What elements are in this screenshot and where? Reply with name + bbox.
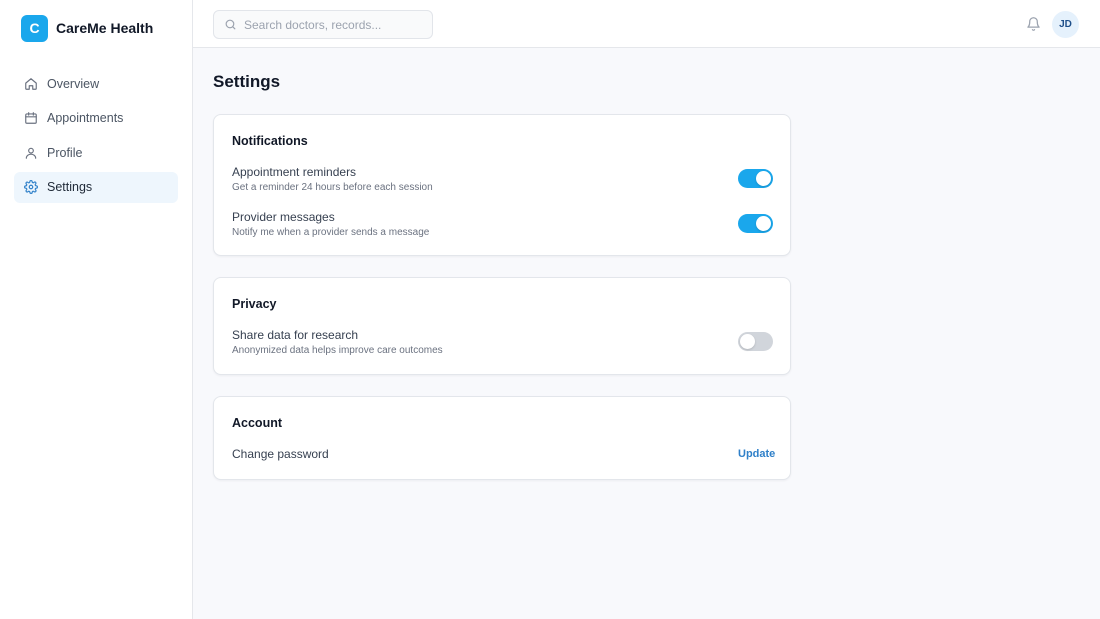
search-input[interactable] <box>244 17 424 32</box>
avatar[interactable]: JD <box>1052 11 1079 38</box>
sidebar-item-label: Overview <box>47 76 100 91</box>
setting-description: Notify me when a provider sends a messag… <box>232 227 430 238</box>
bell-icon[interactable] <box>1026 16 1041 32</box>
sidebar: C CareMe Health Overview Appointments Pr… <box>0 0 193 619</box>
sidebar-item-label: Appointments <box>47 111 124 125</box>
sidebar-item-label: Settings <box>47 180 93 194</box>
setting-label: Provider messages <box>232 210 335 224</box>
setting-description: Anonymized data helps improve care outco… <box>232 345 443 356</box>
notifications-card: Notifications Appointment reminders Get … <box>213 114 791 256</box>
privacy-card: Privacy Share data for research Anonymiz… <box>213 277 791 375</box>
update-password-link[interactable]: Update <box>738 448 775 460</box>
brand-logo: C <box>21 14 48 42</box>
setting-label: Change password <box>232 447 329 461</box>
appointment-reminders-toggle[interactable] <box>738 169 773 188</box>
share-data-toggle[interactable] <box>738 332 773 351</box>
page-title: Settings <box>213 72 281 91</box>
provider-messages-toggle[interactable] <box>738 214 773 233</box>
search-box[interactable] <box>213 10 433 39</box>
toggle-knob <box>740 334 755 349</box>
sidebar-item-overview[interactable]: Overview <box>14 68 178 99</box>
calendar-icon <box>24 111 38 125</box>
sidebar-item-label: Profile <box>47 145 83 160</box>
toggle-knob <box>756 216 771 231</box>
account-card: Account Change password Update <box>213 396 791 480</box>
toggle-knob <box>756 171 771 186</box>
setting-label: Appointment reminders <box>232 165 357 179</box>
sidebar-item-appointments[interactable]: Appointments <box>14 103 178 134</box>
brand-name: CareMe Health <box>56 20 154 36</box>
sidebar-item-profile[interactable]: Profile <box>14 137 178 168</box>
card-title: Account <box>232 416 282 430</box>
brand[interactable]: C CareMe Health <box>21 14 153 42</box>
card-title: Notifications <box>232 134 308 148</box>
topbar: JD <box>193 0 1100 48</box>
user-icon <box>24 146 38 160</box>
sidebar-item-settings[interactable]: Settings <box>14 171 178 203</box>
gear-icon <box>24 180 38 194</box>
sidebar-nav: Overview Appointments Profile Settings <box>14 68 178 206</box>
home-icon <box>24 77 38 91</box>
search-icon <box>224 18 237 31</box>
card-title: Privacy <box>232 297 277 311</box>
setting-label: Share data for research <box>232 328 359 342</box>
setting-description: Get a reminder 24 hours before each sess… <box>232 182 433 193</box>
